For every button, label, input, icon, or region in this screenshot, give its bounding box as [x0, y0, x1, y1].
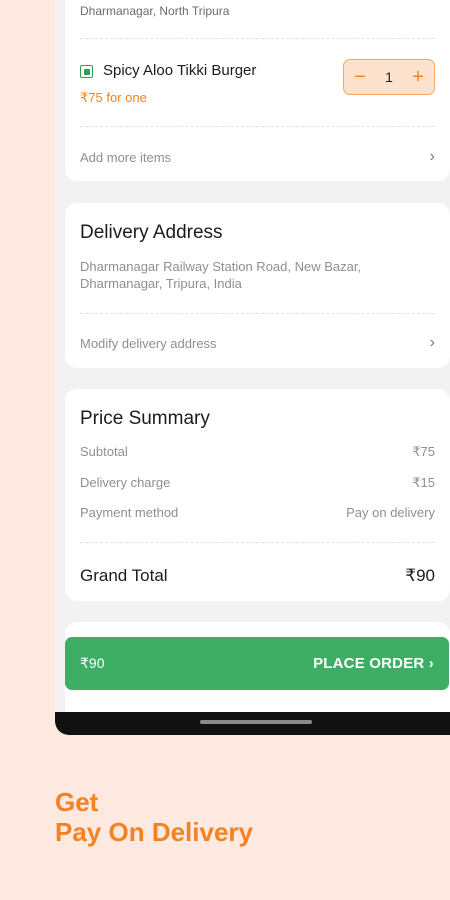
add-more-items-link[interactable]: Add more items ›: [80, 148, 435, 166]
payment-method-row: Payment method Pay on delivery: [80, 505, 435, 520]
phone-screen: Dharmanagar, North Tripura Spicy Aloo Ti…: [55, 0, 450, 735]
price-summary-title: Price Summary: [80, 408, 210, 429]
order-card: Dharmanagar, North Tripura Spicy Aloo Ti…: [65, 0, 450, 181]
add-more-items-label: Add more items: [80, 149, 172, 165]
promo-line-1: Get: [55, 787, 99, 817]
restaurant-location: Dharmanagar, North Tripura: [80, 4, 230, 18]
grand-total-label: Grand Total: [80, 566, 168, 585]
quantity-stepper[interactable]: − 1 +: [343, 59, 435, 95]
promo-text: Get Pay On Delivery: [55, 787, 253, 847]
chevron-right-icon: ›: [429, 148, 435, 165]
delivery-address-card: Delivery Address Dharmanagar Railway Sta…: [65, 203, 450, 368]
system-navigation-bar: [55, 712, 450, 735]
divider: [80, 126, 435, 127]
modify-address-label: Modify delivery address: [80, 335, 217, 351]
divider: [80, 38, 435, 39]
grand-total-value: ₹90: [405, 566, 435, 585]
veg-indicator-icon: [80, 65, 93, 78]
minus-icon[interactable]: −: [354, 67, 366, 87]
grand-total-row: Grand Total ₹90: [80, 566, 435, 586]
place-order-amount: ₹90: [80, 655, 105, 671]
plus-icon[interactable]: +: [412, 67, 424, 87]
delivery-address-title: Delivery Address: [80, 222, 223, 243]
item-price: ₹75 for one: [80, 90, 147, 105]
divider: [80, 313, 435, 314]
payment-method-value: Pay on delivery: [346, 505, 435, 520]
promo-line-2: Pay On Delivery: [55, 817, 253, 847]
modify-address-link[interactable]: Modify delivery address ›: [80, 334, 435, 352]
divider: [80, 542, 435, 543]
subtotal-value: ₹75: [412, 444, 435, 459]
quantity-value: 1: [385, 69, 393, 85]
subtotal-label: Subtotal: [80, 444, 128, 459]
chevron-right-icon: ›: [429, 334, 435, 351]
subtotal-row: Subtotal ₹75: [80, 444, 435, 460]
item-name: Spicy Aloo Tikki Burger: [103, 62, 257, 79]
delivery-address-text: Dharmanagar Railway Station Road, New Ba…: [80, 259, 362, 291]
delivery-charge-row: Delivery charge ₹15: [80, 475, 435, 491]
price-summary-card: Price Summary Subtotal ₹75 Delivery char…: [65, 389, 450, 601]
place-order-label: PLACE ORDER ›: [313, 655, 434, 672]
payment-method-label: Payment method: [80, 505, 179, 520]
home-gesture-handle[interactable]: [200, 720, 312, 724]
delivery-charge-label: Delivery charge: [80, 475, 171, 490]
place-order-button[interactable]: ₹90 PLACE ORDER ›: [65, 637, 449, 690]
delivery-charge-value: ₹15: [412, 475, 435, 490]
